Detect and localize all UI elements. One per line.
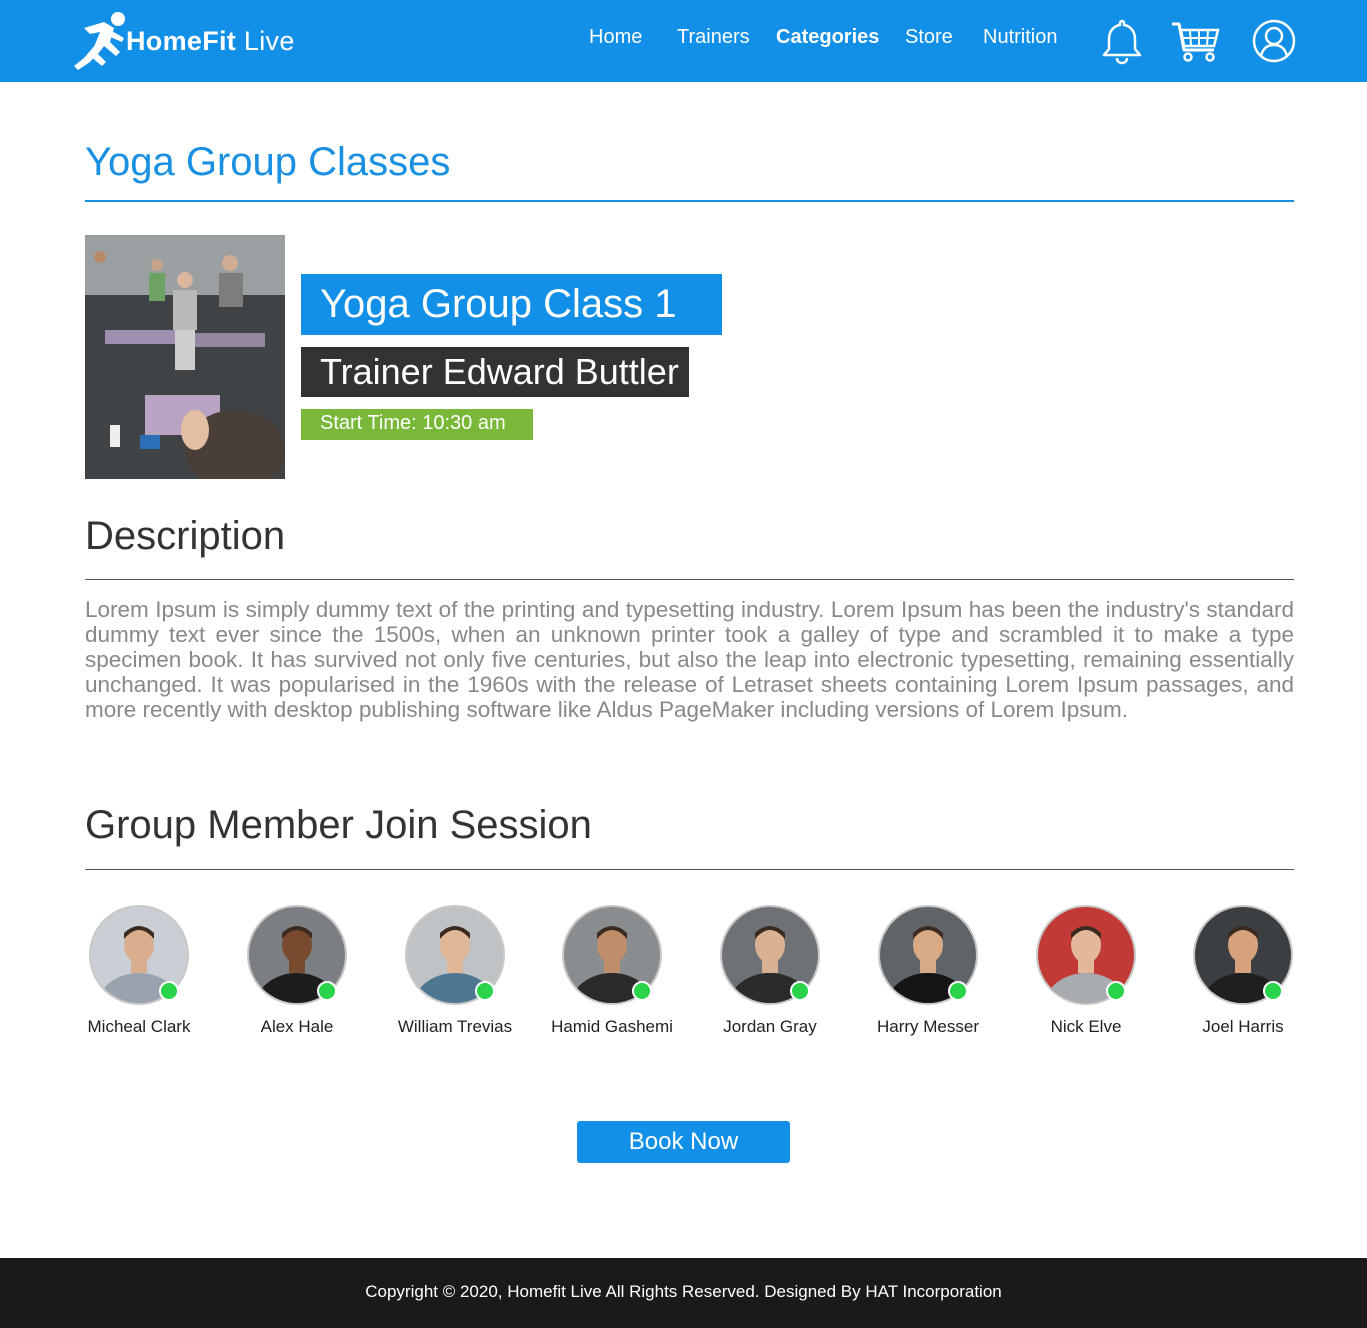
yoga-class-photo: [85, 235, 285, 479]
nav-store[interactable]: Store: [905, 26, 953, 49]
description-divider: [85, 579, 1294, 580]
member-name: Harry Messer: [876, 1017, 979, 1036]
trainer-name: Trainer Edward Buttler: [320, 351, 679, 392]
start-time: Start Time: 10:30 am: [320, 412, 506, 434]
description-text: Lorem Ipsum is simply dummy text of the …: [85, 597, 1294, 722]
members-divider: [85, 869, 1294, 870]
member-card[interactable]: Joel Harris: [1164, 905, 1322, 1045]
online-status-indicator: [1106, 981, 1126, 1001]
bell-icon[interactable]: [1097, 16, 1147, 66]
start-time-badge: Start Time: 10:30 am: [301, 409, 533, 440]
cart-icon[interactable]: [1170, 16, 1220, 66]
runner-logo-icon: [74, 12, 125, 70]
brand-name-light: Live: [243, 25, 295, 56]
online-status-indicator: [1263, 981, 1283, 1001]
footer: Copyright © 2020, Homefit Live All Right…: [0, 1258, 1367, 1328]
title-divider: [85, 200, 1294, 202]
member-card[interactable]: Nick Elve: [1007, 905, 1165, 1045]
online-status-indicator: [632, 981, 652, 1001]
description-heading: Description: [85, 514, 286, 558]
class-name-badge: Yoga Group Class 1: [301, 274, 722, 335]
members-heading: Group Member Join Session: [85, 803, 592, 847]
member-name: Joel Harris: [1202, 1017, 1284, 1036]
member-name: Nick Elve: [1050, 1017, 1122, 1036]
online-status-indicator: [948, 981, 968, 1001]
user-profile-icon[interactable]: [1249, 16, 1299, 66]
online-status-indicator: [317, 981, 337, 1001]
member-name: Jordan Gray: [723, 1017, 817, 1036]
brand-logo[interactable]: HomeFit Live: [70, 8, 295, 74]
member-card[interactable]: Hamid Gashemi: [533, 905, 691, 1045]
brand-name-bold: HomeFit: [126, 25, 237, 56]
nav-home[interactable]: Home: [589, 26, 642, 49]
member-name: Hamid Gashemi: [551, 1017, 673, 1036]
online-status-indicator: [790, 981, 810, 1001]
nav-nutrition[interactable]: Nutrition: [983, 26, 1057, 49]
member-card[interactable]: Jordan Gray: [691, 905, 849, 1045]
member-card[interactable]: Harry Messer: [849, 905, 1007, 1045]
member-name: William Trevias: [397, 1017, 513, 1036]
nav-trainers[interactable]: Trainers: [677, 26, 750, 49]
member-name: Micheal Clark: [87, 1017, 191, 1036]
member-card[interactable]: Micheal Clark: [60, 905, 218, 1045]
book-now-button[interactable]: Book Now: [577, 1121, 790, 1163]
class-name: Yoga Group Class 1: [320, 282, 677, 326]
online-status-indicator: [159, 981, 179, 1001]
trainer-badge: Trainer Edward Buttler: [301, 347, 689, 397]
nav-categories[interactable]: Categories: [776, 26, 879, 49]
page-title: Yoga Group Classes: [85, 140, 451, 184]
member-card[interactable]: William Trevias: [376, 905, 534, 1045]
online-status-indicator: [475, 981, 495, 1001]
member-name: Alex Hale: [260, 1017, 334, 1036]
member-card[interactable]: Alex Hale: [218, 905, 376, 1045]
top-navbar: HomeFit Live Home Trainers Categories St…: [0, 0, 1367, 82]
copyright-text: Copyright © 2020, Homefit Live All Right…: [365, 1282, 1002, 1301]
